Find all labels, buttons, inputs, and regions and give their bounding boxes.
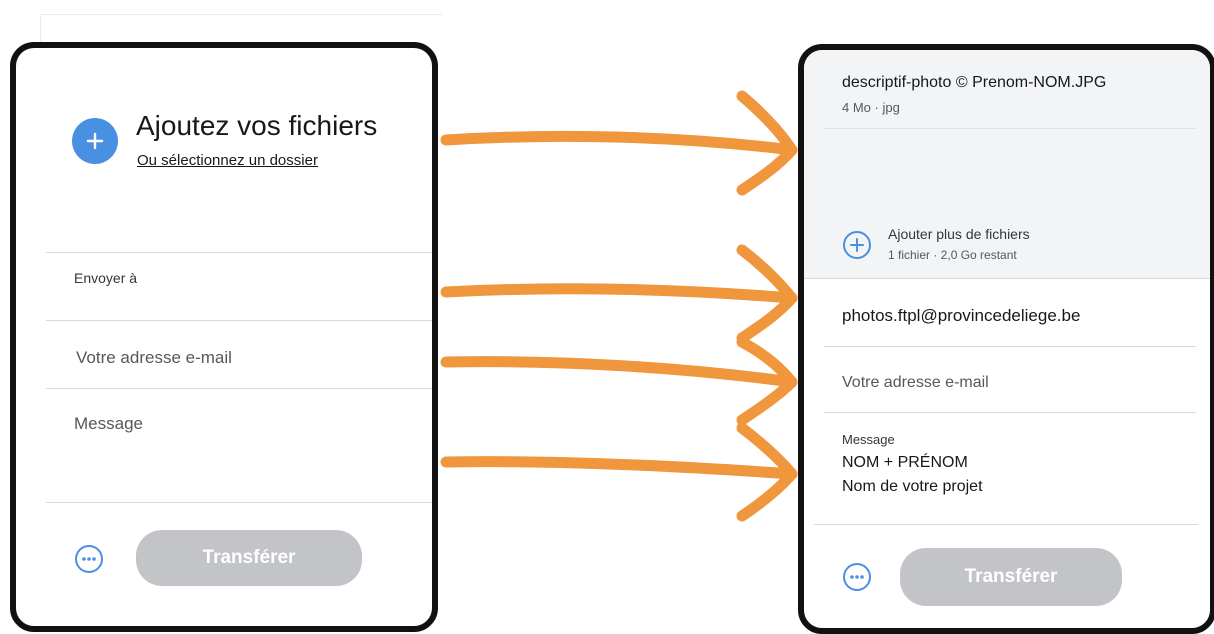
- arrows-overlay: [440, 90, 798, 522]
- arrow-icon: [440, 422, 798, 522]
- arrow-icon: [440, 244, 798, 344]
- arrow-icon: [440, 90, 798, 196]
- arrow-icon: [440, 336, 798, 426]
